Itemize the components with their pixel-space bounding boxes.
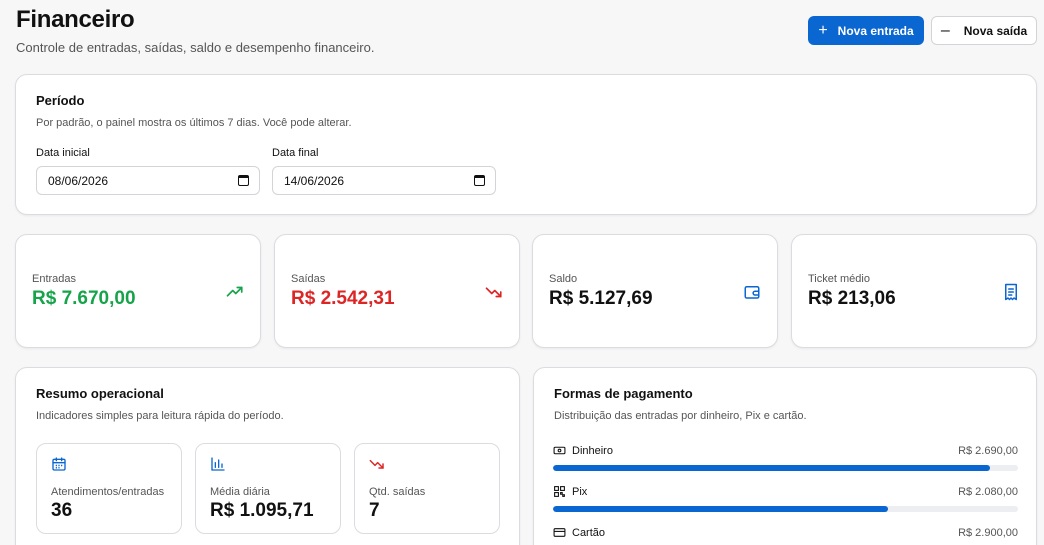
banknote-icon: [553, 446, 566, 455]
bar-chart-icon: [211, 457, 225, 471]
summary-item-media-diaria: Média diária R$ 1.095,71: [195, 443, 341, 534]
new-expense-label: Nova saída: [963, 23, 1028, 38]
kpi-value: R$ 5.127,69: [549, 288, 653, 309]
payment-name: Dinheiro: [572, 444, 613, 457]
calendar-picker-icon[interactable]: [474, 175, 485, 186]
payment-amount: R$ 2.900,00: [958, 526, 1018, 539]
payment-row-dinheiro: Dinheiro R$ 2.690,00: [553, 444, 1018, 471]
kpi-value: R$ 7.670,00: [32, 288, 136, 309]
wallet-icon: [744, 286, 760, 299]
operational-summary-card: Resumo operacional Indicadores simples p…: [15, 367, 520, 545]
page-header: Financeiro Controle de entradas, saídas,…: [16, 6, 374, 55]
payment-title: Formas de pagamento: [554, 386, 693, 401]
period-card: Período Por padrão, o painel mostra os ú…: [15, 74, 1037, 215]
payment-description: Distribuição das entradas por dinheiro, …: [554, 410, 807, 422]
kpi-value: R$ 213,06: [808, 288, 896, 309]
period-title: Período: [36, 93, 85, 108]
end-date-input[interactable]: 14/06/2026: [272, 166, 496, 195]
page-title: Financeiro: [16, 6, 135, 33]
trending-down-icon: [369, 459, 384, 469]
kpi-label: Ticket médio: [808, 273, 870, 285]
kpi-card-entradas: Entradas R$ 7.670,00: [15, 234, 261, 348]
summary-item-qtd-saidas: Qtd. saídas 7: [354, 443, 500, 534]
payment-row-cartao: Cartão R$ 2.900,00: [553, 526, 1018, 545]
payment-methods-card: Formas de pagamento Distribuição das ent…: [533, 367, 1037, 545]
payment-bar-fill: [553, 506, 888, 512]
new-income-button[interactable]: + Nova entrada: [808, 16, 924, 45]
kpi-card-ticket-medio: Ticket médio R$ 213,06: [791, 234, 1037, 348]
summary-item-label: Qtd. saídas: [369, 486, 426, 498]
page-subtitle: Controle de entradas, saídas, saldo e de…: [16, 40, 375, 55]
end-date-value: 14/06/2026: [284, 173, 345, 188]
summary-item-label: Atendimentos/entradas: [51, 486, 165, 498]
payment-bar-fill: [553, 465, 991, 471]
kpi-label: Saldo: [549, 273, 578, 285]
kpi-card-saidas: Saídas R$ 2.542,31: [274, 234, 520, 348]
receipt-icon: [1005, 283, 1017, 301]
summary-item-value: R$ 1.095,71: [210, 500, 314, 521]
summary-item-atendimentos: Atendimentos/entradas 36: [36, 443, 182, 534]
summary-item-value: 7: [369, 500, 380, 521]
payment-amount: R$ 2.080,00: [958, 485, 1018, 498]
payment-amount: R$ 2.690,00: [958, 444, 1018, 457]
kpi-label: Saídas: [291, 273, 326, 285]
payment-name: Pix: [572, 485, 588, 498]
new-expense-button[interactable]: – Nova saída: [931, 16, 1037, 45]
kpi-card-saldo: Saldo R$ 5.127,69: [532, 234, 778, 348]
start-date-label: Data inicial: [36, 147, 90, 159]
payment-name: Cartão: [572, 526, 606, 539]
calendar-picker-icon[interactable]: [238, 175, 249, 186]
summary-description: Indicadores simples para leitura rápida …: [36, 410, 284, 422]
payment-bar: [553, 506, 1018, 512]
calendar-icon: [52, 457, 66, 471]
start-date-value: 08/06/2026: [48, 173, 109, 188]
kpi-value: R$ 2.542,31: [291, 288, 395, 309]
credit-card-icon: [553, 528, 566, 537]
summary-item-label: Média diária: [210, 486, 270, 498]
end-date-group: Data final 14/06/2026: [272, 147, 496, 195]
trending-down-icon: [485, 287, 502, 298]
plus-icon: +: [818, 21, 828, 39]
start-date-input[interactable]: 08/06/2026: [36, 166, 260, 195]
summary-item-value: 36: [51, 500, 73, 521]
qr-code-icon: [554, 486, 565, 497]
summary-title: Resumo operacional: [36, 386, 164, 401]
end-date-label: Data final: [272, 147, 319, 159]
payment-bar: [553, 465, 1018, 471]
payment-row-pix: Pix R$ 2.080,00: [553, 485, 1018, 512]
start-date-group: Data inicial 08/06/2026: [36, 147, 260, 195]
period-description: Por padrão, o painel mostra os últimos 7…: [36, 117, 352, 129]
trending-up-icon: [226, 286, 243, 297]
new-income-label: Nova entrada: [837, 23, 914, 38]
minus-icon: –: [940, 21, 950, 39]
kpi-label: Entradas: [32, 273, 77, 285]
